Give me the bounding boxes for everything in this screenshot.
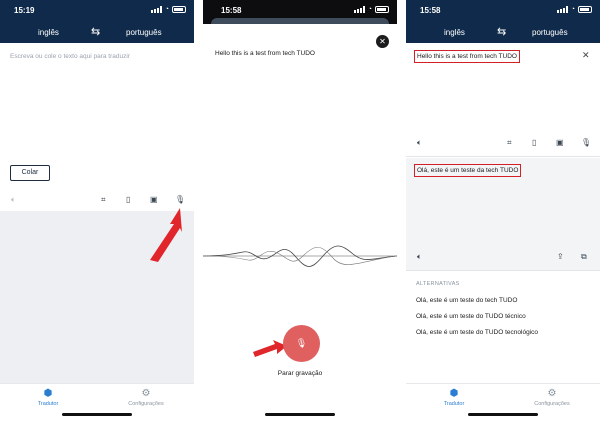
camera-scan-icon[interactable]: ⌗ [507, 138, 512, 148]
image-icon[interactable]: ▣ [556, 138, 564, 148]
speaker-icon[interactable]: 🔈︎ [417, 138, 422, 148]
status-icons: ◔ [150, 6, 186, 13]
stop-recording-button[interactable]: 🎙︎ [283, 325, 320, 362]
tab-translator-label: Tradutor [37, 401, 59, 407]
status-time: 15:58 [221, 6, 242, 15]
status-time: 15:19 [14, 6, 35, 15]
audio-waveform [203, 245, 397, 267]
translator-icon: ⬢ [43, 388, 53, 399]
annotation-arrow [253, 340, 287, 357]
signal-icon [556, 6, 568, 13]
wifi-icon: ◔ [367, 6, 372, 13]
microphone-icon[interactable]: 🎙︎ [581, 138, 591, 148]
home-indicator [468, 413, 538, 416]
battery-icon [172, 6, 186, 13]
input-placeholder[interactable]: Escreva ou cole o texto aqui para traduz… [10, 53, 130, 60]
annotation-arrow [150, 208, 182, 262]
gear-icon: ⚙ [547, 388, 557, 399]
home-indicator [62, 413, 132, 416]
gear-icon: ⚙ [141, 388, 151, 399]
tab-bar: ⬢ Tradutor ⚙ Configurações [0, 383, 194, 421]
swap-icon[interactable]: ⇆ [91, 25, 100, 38]
screen-translation-result: 15:58 ◔ inglês ⇆ português Hello this is… [406, 0, 600, 421]
tab-translator[interactable]: ⬢ Tradutor [424, 388, 484, 407]
wifi-icon: ◔ [570, 6, 575, 13]
battery-icon [375, 6, 389, 13]
signal-icon [353, 6, 365, 13]
microphone-icon[interactable]: 🎙︎ [175, 195, 185, 205]
status-icons: ◔ [353, 6, 389, 13]
output-text: Olá, este é um teste da tech TUDO [414, 164, 522, 177]
battery-icon [578, 6, 592, 13]
recognized-text: Hello this is a test from tech TUDO [215, 50, 315, 57]
screen-voice-recording: 15:58 ◔ ✕ Hello this is a test from tech… [203, 0, 397, 421]
image-icon[interactable]: ▣ [150, 195, 158, 205]
swap-icon[interactable]: ⇆ [497, 25, 506, 38]
home-indicator [265, 413, 335, 416]
speaker-icon[interactable]: 🔈︎ [11, 195, 16, 205]
document-icon[interactable]: ▯ [532, 138, 536, 148]
tab-bar: ⬢ Tradutor ⚙ Configurações [406, 383, 600, 421]
microphone-icon: 🎙︎ [295, 338, 308, 348]
tab-settings[interactable]: ⚙ Configurações [116, 388, 176, 407]
navbar: 15:58 ◔ inglês ⇆ português [406, 0, 600, 43]
status-icons: ◔ [556, 6, 592, 13]
tab-translator-label: Tradutor [443, 401, 465, 407]
copy-icon[interactable]: ⧉ [581, 252, 587, 262]
alternative-item[interactable]: Olá, este é um teste do TUDO técnico [416, 313, 526, 320]
divider [406, 156, 600, 157]
target-language-button[interactable]: português [126, 28, 162, 37]
tab-settings-label: Configurações [534, 401, 570, 407]
speaker-icon[interactable]: 🔈︎ [417, 252, 422, 262]
tab-translator[interactable]: ⬢ Tradutor [18, 388, 78, 407]
tab-settings[interactable]: ⚙ Configurações [522, 388, 582, 407]
status-time: 15:58 [420, 6, 441, 15]
close-icon[interactable]: ✕ [376, 35, 389, 48]
share-icon[interactable]: ⇪ [557, 252, 564, 262]
signal-icon [150, 6, 162, 13]
alternatives-header: ALTERNATIVAS [416, 281, 460, 287]
screen-translator-empty: 15:19 ◔ inglês ⇆ português Escreva ou co… [0, 0, 194, 421]
document-icon[interactable]: ▯ [126, 195, 130, 205]
output-toolbar: 🔈︎ ⇪ ⧉ [406, 252, 600, 270]
input-text[interactable]: Hello this is a test from tech TUDO [414, 50, 520, 63]
paste-button[interactable]: Colar [10, 165, 50, 181]
divider [406, 270, 600, 271]
source-language-button[interactable]: inglês [444, 28, 465, 37]
source-language-button[interactable]: inglês [38, 28, 59, 37]
input-toolbar: 🔈︎ ⌗ ▯ ▣ 🎙︎ [406, 138, 600, 156]
translator-icon: ⬢ [449, 388, 459, 399]
alternative-item[interactable]: Olá, este é um teste do tech TUDO [416, 297, 517, 304]
tab-settings-label: Configurações [128, 401, 164, 407]
wifi-icon: ◔ [164, 6, 169, 13]
alternative-item[interactable]: Olá, este é um teste do TUDO tecnológico [416, 329, 538, 336]
stop-recording-label: Parar gravação [277, 370, 323, 377]
target-language-button[interactable]: português [532, 28, 568, 37]
clear-icon[interactable]: ✕ [582, 50, 590, 61]
camera-scan-icon[interactable]: ⌗ [101, 195, 106, 205]
navbar: 15:19 ◔ inglês ⇆ português [0, 0, 194, 43]
